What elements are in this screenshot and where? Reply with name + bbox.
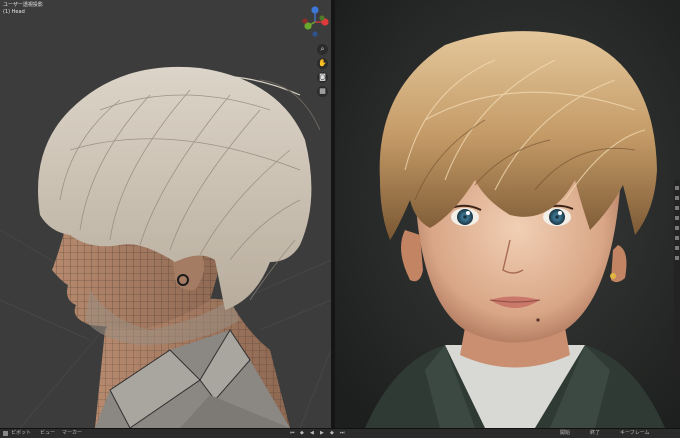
viewport-mode-label: ユーザー透視投影	[3, 2, 43, 8]
hand-pan-icon[interactable]: ✋	[317, 58, 328, 69]
timeline-menu-marker[interactable]: マーカー	[62, 430, 82, 436]
clock-icon[interactable]	[3, 431, 8, 436]
tool-strip[interactable]	[674, 180, 680, 380]
timeline-menu-playback[interactable]: ピボット	[11, 430, 31, 436]
play-icon[interactable]: ▶	[320, 430, 324, 436]
jump-start-icon[interactable]: ⏮	[290, 430, 295, 436]
frame-start-label: 開始	[560, 430, 571, 436]
keyframe-label[interactable]: キーフレーム	[620, 430, 650, 436]
camera-icon[interactable]: ◙	[317, 72, 328, 83]
next-key-icon[interactable]: ◆	[330, 430, 334, 436]
frame-end-label: 終了	[590, 430, 601, 436]
rendered-portrait	[335, 0, 680, 428]
active-object-label: (1) Head	[3, 9, 25, 15]
navigation-gizmo[interactable]	[300, 4, 330, 40]
solid-viewport[interactable]: ユーザー透視投影 (1) Head ⌕ ✋ ◙ ▦	[0, 0, 331, 428]
grid-icon[interactable]: ▦	[317, 86, 328, 97]
play-reverse-icon[interactable]: ◀	[310, 430, 314, 436]
rendered-viewport[interactable]	[335, 0, 680, 428]
prev-key-icon[interactable]: ◆	[300, 430, 304, 436]
wireframe-render	[0, 66, 331, 428]
jump-end-icon[interactable]: ⏭	[340, 430, 345, 436]
timeline-menu-view[interactable]: ビュー	[40, 430, 55, 436]
zoom-icon[interactable]: ⌕	[317, 44, 328, 55]
